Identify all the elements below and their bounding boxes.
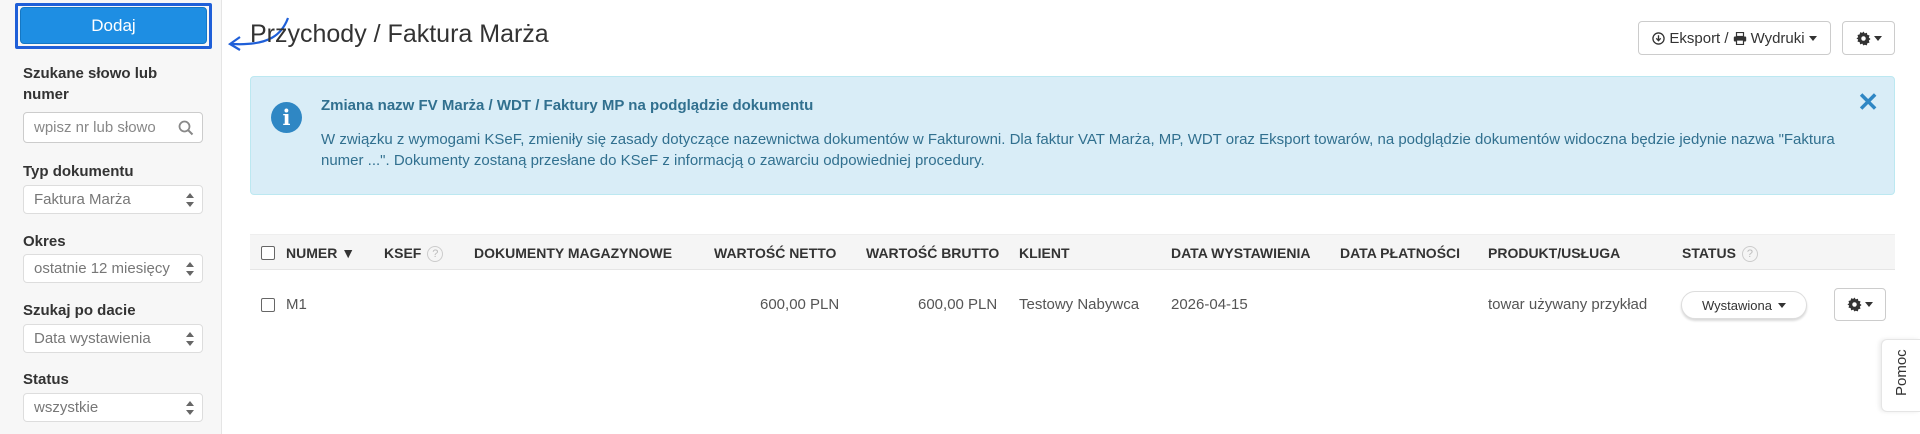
row-client[interactable]: Testowy Nabywca	[1019, 296, 1139, 313]
search-input[interactable]: wpisz nr lub słowo	[23, 112, 203, 143]
question-icon[interactable]: ?	[1741, 246, 1758, 263]
chevron-down-icon	[1808, 35, 1817, 41]
row-net: 600,00 PLN	[760, 296, 840, 313]
col-net: WARTOŚĆ NETTO	[714, 245, 837, 261]
status-label: Status	[23, 371, 69, 388]
updown-icon	[186, 193, 194, 207]
question-icon[interactable]: ?	[427, 246, 444, 263]
add-button[interactable]: Dodaj	[20, 7, 207, 44]
row-checkbox[interactable]	[261, 298, 275, 312]
col-number[interactable]: NUMER ▼	[286, 245, 355, 261]
export-print-button[interactable]: Eksport / Wydruki	[1638, 21, 1831, 55]
status-value: wszystkie	[34, 399, 99, 416]
col-product: PRODUKT/USŁUGA	[1488, 245, 1621, 261]
settings-menu-button[interactable]	[1842, 21, 1895, 55]
export-label: Eksport /	[1669, 29, 1729, 47]
col-ksef-label: KSEF	[384, 245, 422, 261]
select-all-checkbox[interactable]	[261, 246, 275, 260]
chevron-down-icon	[1873, 35, 1882, 41]
doc-type-label: Typ dokumentu	[23, 163, 134, 180]
chevron-down-icon	[1777, 302, 1786, 308]
info-icon: i	[271, 102, 302, 133]
doc-type-select[interactable]: Faktura Marża	[23, 185, 203, 214]
info-alert: i Zmiana nazw FV Marża / WDT / Faktury M…	[250, 76, 1895, 195]
col-payment-date: DATA PŁATNOŚCI	[1340, 245, 1461, 261]
close-icon[interactable]: ✕	[1857, 87, 1879, 118]
row-actions-button[interactable]	[1834, 288, 1886, 321]
col-ksef: KSEF?	[384, 245, 444, 263]
row-gross: 600,00 PLN	[918, 296, 998, 313]
status-badge: Wystawiona	[1702, 297, 1772, 313]
gear-icon	[1855, 30, 1871, 46]
sidebar: Dodaj Szukane słowo lub numer wpisz nr l…	[0, 0, 222, 434]
date-search-label: Szukaj po dacie	[23, 302, 136, 319]
download-icon	[1652, 31, 1666, 45]
print-label: Wydruki	[1750, 29, 1805, 47]
updown-icon	[186, 332, 194, 346]
alert-body: W związku z wymogami KSeF, zmieniły się …	[321, 131, 1835, 169]
search-icon	[178, 120, 194, 136]
status-dropdown-button[interactable]: Wystawiona	[1681, 291, 1807, 319]
row-product: towar używany przykład	[1488, 296, 1648, 313]
row-number[interactable]: M1	[286, 296, 307, 313]
chevron-down-icon	[1865, 302, 1873, 307]
period-value: ostatnie 12 miesięcy	[34, 260, 170, 277]
gear-icon	[1847, 297, 1862, 312]
search-label: Szukane słowo lub numer	[23, 65, 158, 103]
doc-type-value: Faktura Marża	[34, 191, 131, 208]
printer-icon	[1733, 31, 1746, 45]
updown-icon	[186, 262, 194, 276]
status-select[interactable]: wszystkie	[23, 393, 203, 422]
period-label: Okres	[23, 233, 66, 250]
col-client: KLIENT	[1019, 245, 1070, 261]
period-select[interactable]: ostatnie 12 miesięcy	[23, 254, 203, 283]
col-warehouse: DOKUMENTY MAGAZYNOWE	[474, 245, 673, 261]
row-issue-date: 2026-04-15	[1171, 296, 1248, 313]
search-placeholder: wpisz nr lub słowo	[34, 119, 156, 136]
table-header: NUMER ▼ KSEF? DOKUMENTY MAGAZYNOWE WARTO…	[250, 234, 1895, 270]
help-label: Pomoc	[1893, 349, 1910, 396]
updown-icon	[186, 401, 194, 415]
alert-title: Zmiana nazw FV Marża / WDT / Faktury MP …	[321, 97, 814, 114]
col-gross: WARTOŚĆ BRUTTO	[866, 245, 1000, 261]
help-tab[interactable]: Pomoc	[1881, 339, 1920, 412]
col-status-label: STATUS	[1682, 245, 1736, 261]
date-search-select[interactable]: Data wystawienia	[23, 324, 203, 353]
date-search-value: Data wystawienia	[34, 330, 151, 347]
col-status: STATUS?	[1682, 245, 1758, 263]
page-title: Przychody / Faktura Marża	[250, 20, 549, 48]
col-issue-date: DATA WYSTAWIENIA	[1171, 245, 1311, 261]
